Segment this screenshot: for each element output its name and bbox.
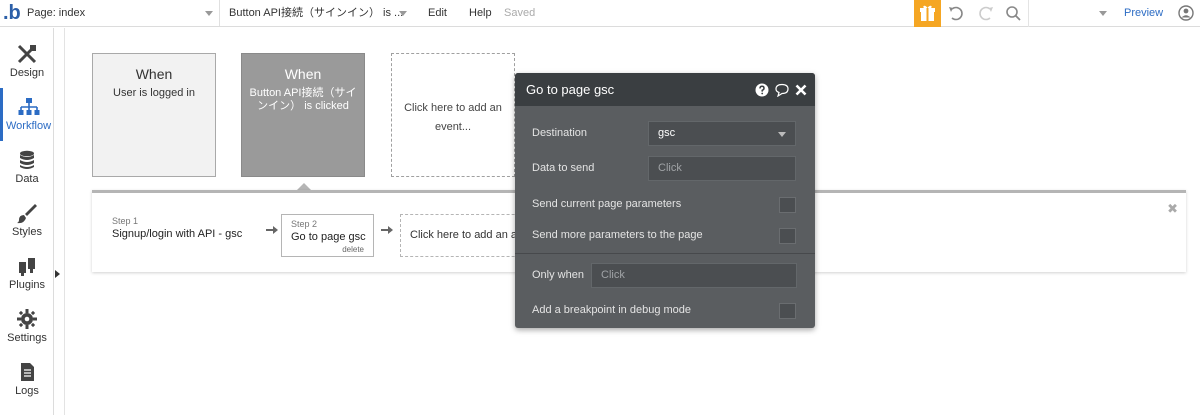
only-when-field[interactable]: Click (591, 263, 797, 288)
destination-value: gsc (658, 127, 676, 139)
only-when-label: Only when (532, 269, 584, 281)
workflow-step-1[interactable]: Step 1 Signup/login with API - gsc (112, 214, 262, 257)
document-icon (21, 363, 34, 381)
breakpoint-checkbox[interactable] (779, 303, 796, 319)
send-current-params-label: Send current page parameters (532, 198, 682, 210)
chevron-down-icon (399, 11, 407, 16)
sidebar-expand-arrow[interactable] (55, 270, 60, 278)
action-properties-panel: Go to page gsc Destination gsc Data to s… (515, 73, 815, 328)
add-event-card[interactable]: Click here to add an event... (391, 53, 515, 177)
chevron-down-icon (778, 132, 786, 137)
database-icon (20, 150, 34, 169)
sidebar-item-label: Workflow (5, 120, 52, 132)
chevron-down-icon[interactable] (1099, 11, 1107, 16)
destination-label: Destination (532, 127, 588, 139)
help-menu[interactable]: Help (469, 0, 492, 26)
comment-icon[interactable] (775, 83, 789, 97)
data-to-send-label: Data to send (532, 162, 595, 174)
element-selector[interactable]: Button API接続（サインイン） is ... (229, 0, 415, 26)
delete-step-link[interactable]: delete (342, 245, 364, 254)
sidebar-item-logs[interactable]: Logs (0, 353, 54, 406)
breakpoint-label: Add a breakpoint in debug mode (532, 304, 692, 316)
chevron-down-icon (205, 11, 213, 16)
add-event-label: Click here to add an event... (404, 102, 502, 133)
sidebar: Design Workflow Data Styles Plugins Sett… (0, 28, 54, 415)
gift-button[interactable] (914, 0, 941, 27)
event-when-label: When (284, 66, 322, 82)
step-number: Step 2 (291, 219, 318, 229)
data-to-send-field[interactable]: Click (648, 156, 796, 181)
preview-link[interactable]: Preview (1124, 0, 1163, 26)
workflow-icon (18, 98, 39, 115)
toolbar-divider (1028, 0, 1029, 27)
workflow-step-2[interactable]: Step 2 Go to page gsc delete (281, 214, 374, 257)
redo-icon (979, 6, 993, 21)
user-icon (1178, 5, 1194, 21)
undo-icon (949, 6, 963, 21)
sidebar-item-design[interactable]: Design (0, 35, 54, 88)
event-description: User is logged in (113, 87, 195, 99)
close-icon[interactable]: ✖ (1167, 202, 1178, 215)
event-description: Button API接続（サインイン） is clicked (249, 87, 357, 112)
send-current-params-checkbox[interactable] (779, 197, 796, 213)
sidebar-item-label: Styles (12, 226, 42, 238)
step-title: Go to page gsc (291, 231, 366, 243)
undo-button[interactable] (943, 0, 970, 27)
close-icon[interactable] (794, 83, 808, 97)
canvas-divider (64, 28, 65, 415)
event-when-label: When (135, 66, 173, 82)
page-selector-label: Page: index (27, 7, 86, 19)
element-selector-label: Button API接続（サインイン） is ... (229, 7, 404, 19)
step-title: Signup/login with API - gsc (112, 228, 243, 240)
sidebar-item-label: Design (9, 67, 45, 79)
search-icon (1006, 6, 1021, 21)
account-button[interactable] (1172, 0, 1200, 27)
send-more-params-label: Send more parameters to the page (532, 229, 703, 241)
send-more-params-checkbox[interactable] (779, 228, 796, 244)
gift-icon (920, 5, 935, 21)
arrow-right-icon (381, 226, 393, 234)
arrow-right-icon (266, 226, 278, 234)
step-number: Step 1 (112, 216, 139, 226)
sidebar-item-styles[interactable]: Styles (0, 194, 54, 247)
bubble-logo[interactable]: .b (3, 2, 21, 24)
search-button[interactable] (1000, 0, 1027, 27)
panel-header: Go to page gsc (515, 73, 815, 106)
event-card-button-clicked[interactable]: When Button API接続（サインイン） is clicked (241, 53, 365, 177)
plug-icon (19, 258, 35, 276)
page-selector[interactable]: Page: index (24, 0, 220, 26)
sidebar-item-plugins[interactable]: Plugins (0, 247, 54, 300)
sidebar-item-settings[interactable]: Settings (0, 300, 54, 353)
destination-dropdown[interactable]: gsc (648, 121, 796, 146)
panel-title: Go to page gsc (526, 82, 615, 97)
top-bar: .b Page: index Button API接続（サインイン） is ..… (0, 0, 1200, 27)
design-icon (17, 44, 37, 64)
edit-menu[interactable]: Edit (428, 0, 447, 26)
event-card-user-logged-in[interactable]: When User is logged in (92, 53, 216, 177)
sidebar-item-label: Logs (15, 385, 39, 397)
panel-divider (515, 253, 815, 254)
redo-button[interactable] (972, 0, 999, 27)
sidebar-item-label: Settings (7, 332, 47, 344)
sidebar-item-workflow[interactable]: Workflow (0, 88, 54, 141)
sidebar-item-label: Data (15, 173, 39, 185)
save-status: Saved (504, 7, 536, 19)
brush-icon (17, 204, 37, 224)
help-icon[interactable] (755, 83, 769, 97)
sidebar-item-label: Plugins (8, 279, 46, 291)
sidebar-item-data[interactable]: Data (0, 141, 54, 194)
gear-icon (17, 309, 37, 329)
